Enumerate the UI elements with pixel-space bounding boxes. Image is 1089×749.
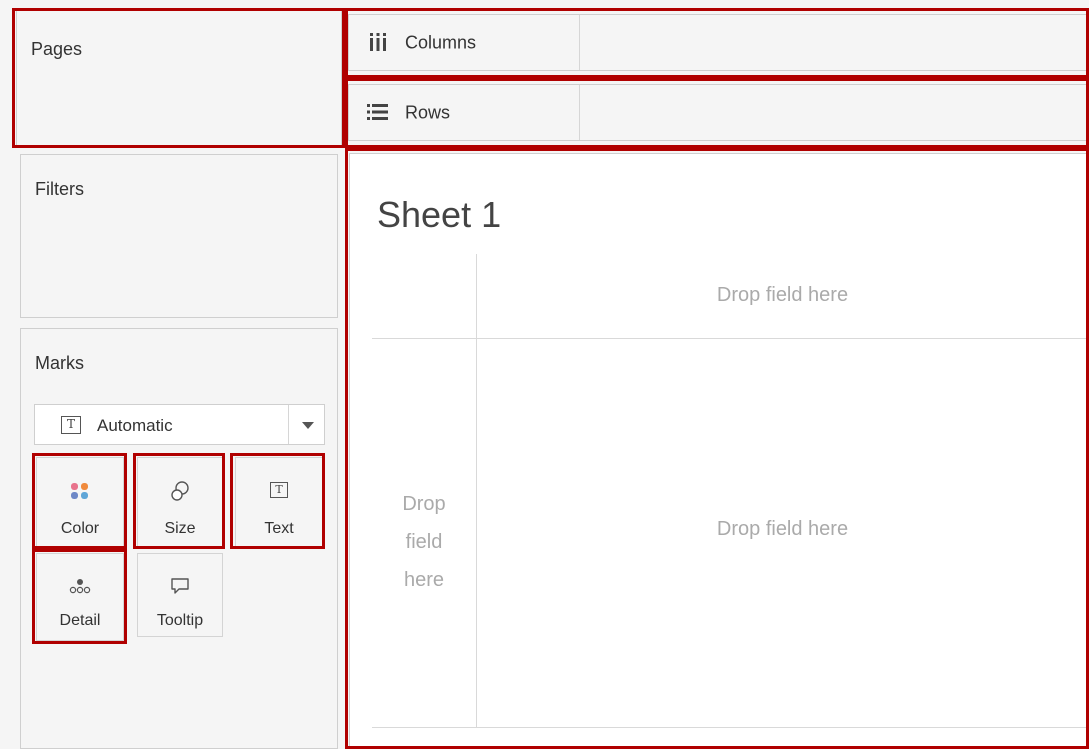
dropdown-divider <box>288 405 289 444</box>
view-canvas: Sheet 1 Drop field here Drop field here … <box>349 153 1089 749</box>
rows-icon <box>367 104 388 120</box>
columns-label: Columns <box>405 32 477 52</box>
rows-label: Rows <box>405 102 451 122</box>
size-button[interactable]: Size <box>137 457 223 547</box>
columns-shelf[interactable]: Columns <box>348 14 1089 71</box>
filters-card[interactable]: Filters <box>20 154 338 318</box>
text-label: Text <box>264 520 294 537</box>
chevron-down-icon[interactable] <box>301 421 315 430</box>
marks-title: Marks <box>35 353 84 373</box>
mark-type-dropdown[interactable]: T Automatic <box>34 404 325 445</box>
text-mark-icon: T <box>61 416 81 434</box>
grid-vertical-divider <box>476 254 477 728</box>
pages-card[interactable]: Pages <box>16 10 342 146</box>
rows-label-area: Rows <box>349 85 580 140</box>
tooltip-icon <box>171 578 189 594</box>
columns-label-area: Columns <box>349 15 580 70</box>
pages-title: Pages <box>31 39 83 59</box>
columns-icon <box>370 33 386 51</box>
color-icon <box>71 483 88 499</box>
grid-bottom-line <box>372 727 1088 728</box>
size-icon <box>171 481 189 501</box>
detail-button[interactable]: Detail <box>36 553 124 641</box>
tooltip-button[interactable]: Tooltip <box>137 553 223 637</box>
detail-label: Detail <box>59 612 101 629</box>
mark-type-value: Automatic <box>97 416 173 435</box>
sheet-title[interactable]: Sheet 1 <box>377 194 501 236</box>
drop-zone-main[interactable]: Drop field here <box>477 518 1088 541</box>
color-label: Color <box>60 520 100 537</box>
drop-zone-rows[interactable]: Drop field here <box>372 485 476 599</box>
color-button[interactable]: Color <box>36 457 124 547</box>
grid-horizontal-divider <box>372 338 1088 339</box>
text-button[interactable]: T Text <box>235 457 323 547</box>
marks-card: Marks T Automatic Color Size T Text Deta… <box>20 328 338 749</box>
drop-zone-columns[interactable]: Drop field here <box>477 284 1088 307</box>
filters-title: Filters <box>35 179 84 199</box>
detail-icon <box>69 579 91 594</box>
tooltip-label: Tooltip <box>156 612 204 629</box>
size-label: Size <box>164 520 196 537</box>
text-icon: T <box>270 482 288 498</box>
rows-shelf[interactable]: Rows <box>348 84 1089 141</box>
